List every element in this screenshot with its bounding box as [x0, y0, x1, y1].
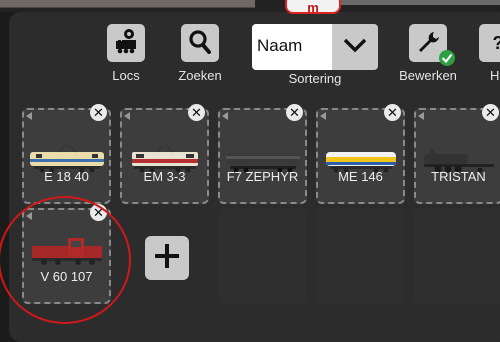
edit-tool[interactable]: Bewerken [398, 24, 458, 83]
search-icon [188, 29, 212, 58]
loco-name: ME 146 [318, 169, 403, 184]
drag-handle-icon[interactable] [320, 112, 326, 120]
loco-name: EM 3-3 [122, 169, 207, 184]
search-tool[interactable]: Zoeken [177, 24, 223, 83]
locs-label: Locs [104, 68, 148, 83]
background-photo-right [335, 0, 500, 5]
background-photo [0, 0, 255, 8]
chevron-down-icon [342, 37, 368, 58]
drag-handle-icon[interactable] [222, 112, 228, 120]
loco-slot[interactable]: ✕ E 18 40 [22, 108, 111, 204]
loco-slot[interactable]: ✕ F7 ZEPHYR [218, 108, 307, 204]
loco-name: E 18 40 [24, 169, 109, 184]
plus-icon [153, 242, 181, 275]
close-icon[interactable]: ✕ [286, 104, 303, 121]
close-icon[interactable]: ✕ [384, 104, 401, 121]
edit-button[interactable] [409, 24, 447, 62]
help-button[interactable]: ? [479, 24, 500, 62]
loco-image [28, 232, 106, 266]
drag-handle-icon[interactable] [26, 112, 32, 120]
menu-tab[interactable]: m [285, 0, 341, 14]
locs-tool[interactable]: Locs [104, 24, 148, 83]
close-icon[interactable]: ✕ [188, 104, 205, 121]
help-label: H [490, 68, 500, 83]
help-tool[interactable]: ? H [478, 24, 500, 83]
loco-name: V 60 107 [24, 269, 109, 284]
close-icon[interactable]: ✕ [90, 204, 107, 221]
empty-slot [218, 208, 307, 304]
loco-name: TRISTAN [416, 169, 500, 184]
sort-select[interactable]: Naam [252, 24, 378, 70]
drag-handle-icon[interactable] [26, 212, 32, 220]
sort-value[interactable]: Naam [252, 24, 332, 70]
add-loco-button[interactable] [145, 236, 189, 280]
loco-slot[interactable]: ✕ ME 146 [316, 108, 405, 204]
help-icon: ? [493, 33, 500, 54]
search-button[interactable] [181, 24, 219, 62]
drag-handle-icon[interactable] [124, 112, 130, 120]
check-icon [438, 49, 456, 70]
edit-label: Bewerken [398, 68, 458, 83]
loco-slot[interactable]: ✕ TRISTAN [414, 108, 500, 204]
sort-label: Sortering [252, 71, 378, 86]
loco-name: F7 ZEPHYR [220, 169, 305, 184]
locs-button[interactable] [107, 24, 145, 62]
empty-slot [414, 208, 500, 304]
close-icon[interactable]: ✕ [90, 104, 107, 121]
train-icon [113, 28, 139, 59]
loco-slot[interactable]: ✕ EM 3-3 [120, 108, 209, 204]
loco-slot-selected[interactable]: ✕ V 60 107 [22, 208, 111, 304]
close-icon[interactable]: ✕ [482, 104, 499, 121]
search-label: Zoeken [177, 68, 223, 83]
drag-handle-icon[interactable] [418, 112, 424, 120]
empty-slot [316, 208, 405, 304]
sort-dropdown-button[interactable] [332, 24, 378, 70]
